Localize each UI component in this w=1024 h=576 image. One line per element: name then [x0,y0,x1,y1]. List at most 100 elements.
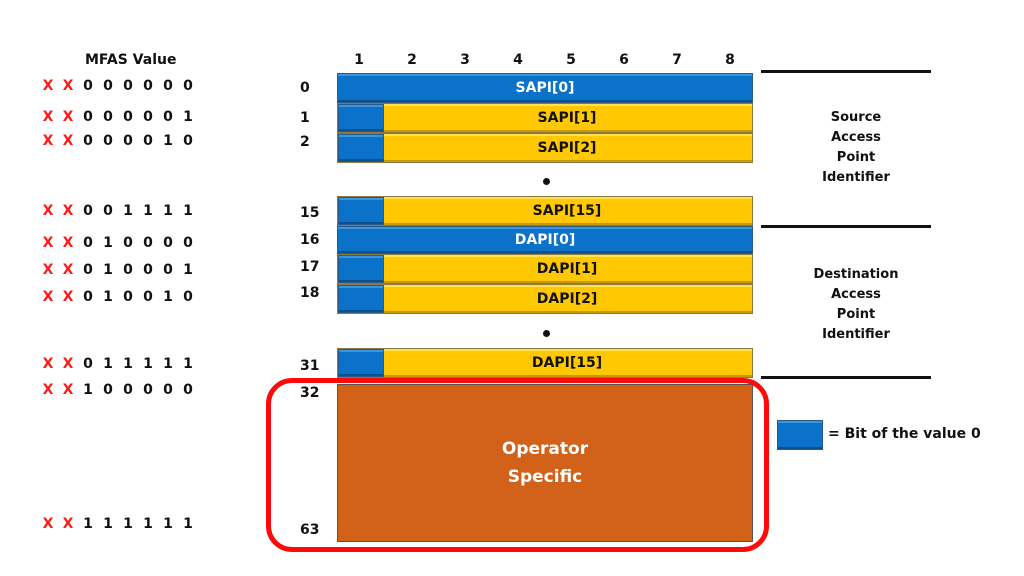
mfas-bit: 1 [183,356,193,372]
mfas-bit: 1 [183,109,193,125]
sapi-2-bar: SAPI[2] [337,133,753,163]
mfas-bit: 1 [103,262,113,278]
mfas-bit: 1 [83,382,93,398]
frame-number: 1 [300,110,310,126]
bit-column-number: 2 [407,52,417,68]
mfas-bit: X [62,133,74,149]
mfas-bit: 0 [183,133,193,149]
mfas-bit: X [62,262,74,278]
mfas-bit: 0 [83,133,93,149]
mfas-bit: X [42,289,54,305]
mfas-bit: X [42,78,54,94]
mfas-bit: 0 [103,78,113,94]
destination-api-label: Destination Access Point Identifier [766,265,946,345]
mfas-bit: 1 [103,289,113,305]
label-line: Point [836,307,876,322]
mfas-bit: X [62,109,74,125]
divider-line [761,70,931,73]
mfas-bit: 1 [163,516,173,532]
label-line: Source [830,110,882,125]
dapi-1-bar: DAPI[1] [337,254,753,284]
mfas-bit: 0 [143,133,153,149]
mfas-bit: 0 [83,356,93,372]
mfas-bit: 0 [103,203,113,219]
mfas-bit: X [62,356,74,372]
bit-column-number: 1 [354,52,364,68]
mfas-bit: 0 [83,109,93,125]
mfas-bit: X [42,356,54,372]
mfas-bit: 0 [83,262,93,278]
zero-bit-cell [338,285,384,313]
dapi-1-label: DAPI[1] [536,261,598,277]
zero-bit-cell [338,104,384,132]
mfas-bit: 1 [123,516,133,532]
mfas-bit: 1 [103,516,113,532]
mfas-row: XX111111 [38,516,198,534]
mfas-bit: 0 [163,109,173,125]
zero-bit-cell [338,255,384,283]
mfas-bit: 0 [183,235,193,251]
label-line: Point [836,150,876,165]
mfas-bit: 0 [123,289,133,305]
mfas-title: MFAS Value [85,52,177,68]
mfas-row: XX000010 [38,133,198,151]
mfas-bit: 0 [83,78,93,94]
mfas-bit: 1 [143,203,153,219]
mfas-row: XX000000 [38,78,198,96]
label-line: Destination [813,267,899,282]
mfas-bit: X [62,78,74,94]
mfas-bit: 1 [183,516,193,532]
sapi-0-label: SAPI[0] [515,80,575,96]
mfas-bit: 0 [183,289,193,305]
sapi-2-label: SAPI[2] [537,140,597,156]
mfas-bit: 0 [143,109,153,125]
frame-number: 31 [300,358,320,374]
mfas-bit: 1 [163,203,173,219]
dapi-15-label: DAPI[15] [531,355,603,371]
mfas-bit: 0 [183,78,193,94]
zero-bit-cell [338,349,384,377]
mfas-bit: X [42,262,54,278]
mfas-bit: 1 [123,356,133,372]
ellipsis-dot [543,330,550,337]
mfas-row: XX000001 [38,109,198,127]
mfas-bit: X [42,133,54,149]
frame-number: 0 [300,80,310,96]
mfas-row: XX011111 [38,356,198,374]
mfas-bit: X [62,516,74,532]
mfas-bit: X [42,382,54,398]
mfas-bit: 0 [123,262,133,278]
mfas-row: XX100000 [38,382,198,400]
frame-number: 18 [300,285,320,301]
mfas-bit: X [62,382,74,398]
mfas-bit: 1 [143,516,153,532]
source-api-label: Source Access Point Identifier [766,108,946,188]
label-line: Identifier [822,170,890,185]
dapi-2-bar: DAPI[2] [337,284,753,314]
highlight-frame [266,378,769,552]
mfas-bit: 0 [183,382,193,398]
sapi-15-bar: SAPI[15] [337,196,753,226]
mfas-bit: X [42,235,54,251]
mfas-bit: 0 [103,109,113,125]
frame-number: 16 [300,232,320,248]
frame-number: 15 [300,205,320,221]
dapi-15-bar: DAPI[15] [337,348,753,378]
mfas-bit: X [42,516,54,532]
mfas-bit: 0 [143,382,153,398]
sapi-15-label: SAPI[15] [532,203,602,219]
dapi-2-label: DAPI[2] [536,291,598,307]
bit-column-number: 5 [566,52,576,68]
ellipsis-dot [543,178,550,185]
label-line: Access [831,130,881,145]
dapi-0-bar: DAPI[0] [337,226,753,254]
dapi-0-label: DAPI[0] [514,232,576,248]
divider-line [761,376,931,379]
mfas-bit: 1 [103,235,113,251]
mfas-bit: 0 [143,235,153,251]
mfas-bit: 0 [123,109,133,125]
mfas-bit: 0 [163,235,173,251]
bit-column-number: 4 [513,52,523,68]
mfas-bit: 1 [183,262,193,278]
mfas-row: XX010000 [38,235,198,253]
